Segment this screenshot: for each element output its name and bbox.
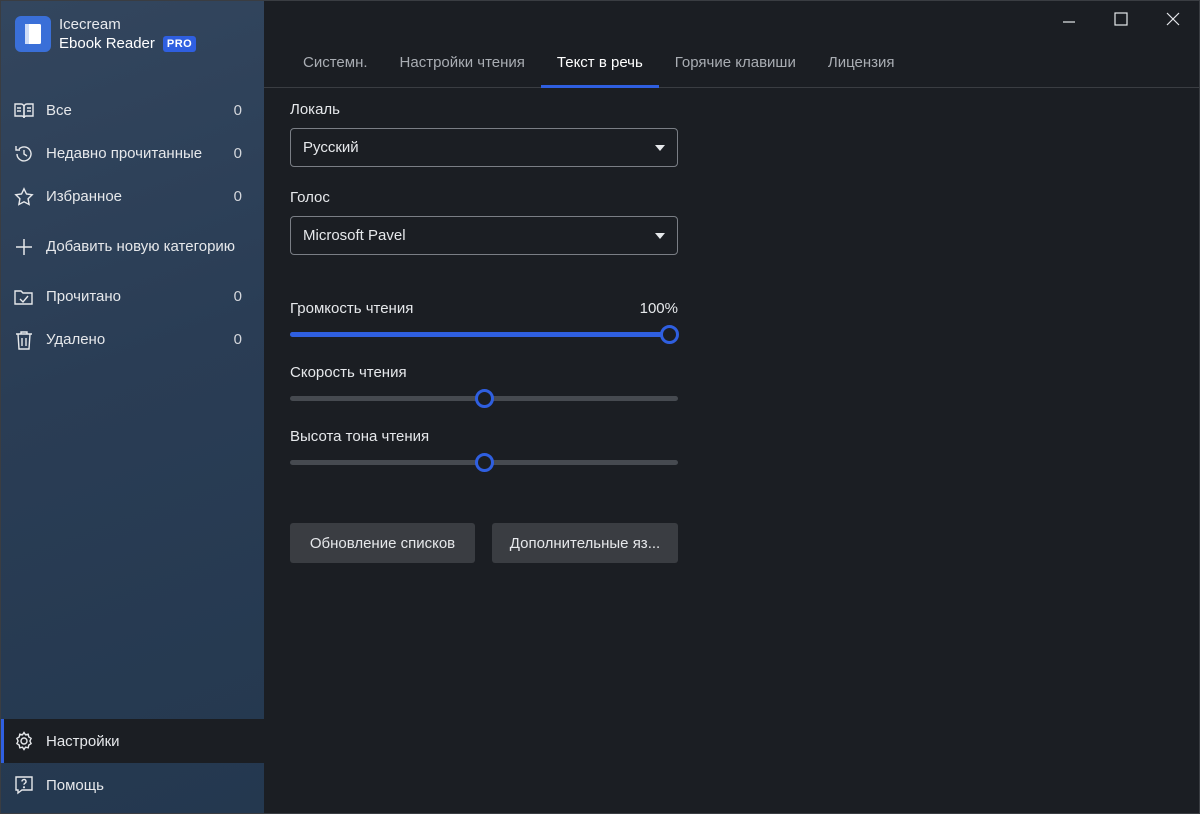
sidebar-item-deleted[interactable]: Удалено 0 bbox=[1, 318, 264, 361]
pitch-label: Высота тона чтения bbox=[290, 428, 430, 445]
slider-thumb[interactable] bbox=[475, 389, 494, 408]
sidebar-item-label: Прочитано bbox=[46, 288, 121, 305]
maximize-icon bbox=[1114, 12, 1128, 26]
sidebar-item-read[interactable]: Прочитано 0 bbox=[1, 275, 264, 318]
volume-label: Громкость чтения bbox=[290, 300, 414, 317]
tab-hotkeys[interactable]: Горячие клавиши bbox=[659, 37, 812, 87]
close-button[interactable] bbox=[1147, 1, 1199, 37]
sidebar-item-count: 0 bbox=[233, 288, 242, 305]
settings-tabs: Системн. Настройки чтения Текст в речь Г… bbox=[264, 37, 1199, 88]
gear-icon bbox=[14, 731, 34, 751]
brand-name: Icecream bbox=[59, 16, 121, 33]
brand: Icecream Ebook Reader PRO bbox=[15, 15, 197, 53]
sidebar-item-help[interactable]: Помощь bbox=[1, 763, 264, 807]
locale-select[interactable]: Русский bbox=[290, 128, 678, 167]
sidebar-item-label: Настройки bbox=[46, 732, 120, 750]
volume-value: 100% bbox=[639, 300, 678, 317]
tts-settings: Локаль Русский Голос Microsoft Pavel Гро… bbox=[290, 101, 679, 563]
star-icon bbox=[14, 186, 34, 207]
tab-license[interactable]: Лицензия bbox=[812, 37, 911, 87]
locale-label: Локаль bbox=[290, 101, 340, 118]
sidebar: Icecream Ebook Reader PRO Все 0 Недавно … bbox=[1, 1, 264, 813]
app-window: Icecream Ebook Reader PRO Все 0 Недавно … bbox=[0, 0, 1200, 814]
caret-down-icon bbox=[655, 232, 665, 239]
window-controls bbox=[1043, 1, 1199, 37]
sidebar-item-add-category[interactable]: Добавить новую категорию bbox=[1, 225, 264, 268]
sidebar-item-label: Недавно прочитанные bbox=[46, 145, 203, 162]
sidebar-item-label: Удалено bbox=[46, 331, 106, 348]
sidebar-item-count: 0 bbox=[233, 188, 242, 205]
volume-slider[interactable] bbox=[290, 325, 679, 344]
history-icon bbox=[14, 144, 34, 164]
trash-icon bbox=[14, 330, 34, 350]
locale-value: Русский bbox=[303, 139, 359, 156]
brand-product: Ebook Reader bbox=[59, 35, 155, 52]
sidebar-item-label: Помощь bbox=[46, 776, 104, 794]
voice-label: Голос bbox=[290, 189, 330, 206]
voice-value: Microsoft Pavel bbox=[303, 227, 406, 244]
tab-text-to-speech[interactable]: Текст в речь bbox=[540, 37, 659, 88]
caret-down-icon bbox=[655, 144, 665, 151]
speed-label: Скорость чтения bbox=[290, 364, 407, 381]
pitch-slider[interactable] bbox=[290, 453, 678, 472]
slider-thumb[interactable] bbox=[660, 325, 679, 344]
sidebar-item-all[interactable]: Все 0 bbox=[1, 89, 264, 132]
sidebar-nav: Все 0 Недавно прочитанные 0 Избранное 0 … bbox=[1, 89, 264, 361]
app-logo-icon bbox=[15, 16, 51, 52]
sidebar-item-recent[interactable]: Недавно прочитанные 0 bbox=[1, 132, 264, 175]
extra-languages-button[interactable]: Дополнительные яз... bbox=[492, 523, 678, 563]
sidebar-bottom: Настройки Помощь bbox=[1, 719, 264, 807]
sidebar-item-label: Избранное bbox=[46, 188, 123, 205]
sidebar-item-count: 0 bbox=[233, 102, 242, 119]
tab-system[interactable]: Системн. bbox=[287, 37, 384, 87]
maximize-button[interactable] bbox=[1095, 1, 1147, 37]
sidebar-item-count: 0 bbox=[233, 331, 242, 348]
voice-select[interactable]: Microsoft Pavel bbox=[290, 216, 678, 255]
pro-badge: PRO bbox=[162, 35, 197, 52]
minimize-button[interactable] bbox=[1043, 1, 1095, 37]
speed-slider[interactable] bbox=[290, 389, 678, 408]
sidebar-item-settings[interactable]: Настройки bbox=[1, 719, 264, 763]
folder-check-icon bbox=[14, 287, 34, 307]
sidebar-item-label: Все bbox=[46, 102, 72, 119]
help-icon bbox=[14, 775, 34, 795]
plus-icon bbox=[14, 237, 34, 257]
sidebar-item-count: 0 bbox=[233, 145, 242, 162]
main-panel: Системн. Настройки чтения Текст в речь Г… bbox=[264, 1, 1199, 813]
minimize-icon bbox=[1063, 21, 1075, 23]
sidebar-item-favorites[interactable]: Избранное 0 bbox=[1, 175, 264, 218]
sidebar-item-label: Добавить новую категорию bbox=[46, 238, 236, 255]
book-open-icon bbox=[14, 101, 34, 121]
update-lists-button[interactable]: Обновление списков bbox=[290, 523, 475, 563]
slider-thumb[interactable] bbox=[475, 453, 494, 472]
tab-reading-settings[interactable]: Настройки чтения bbox=[384, 37, 541, 87]
close-icon bbox=[1166, 12, 1180, 26]
slider-fill bbox=[290, 332, 669, 337]
